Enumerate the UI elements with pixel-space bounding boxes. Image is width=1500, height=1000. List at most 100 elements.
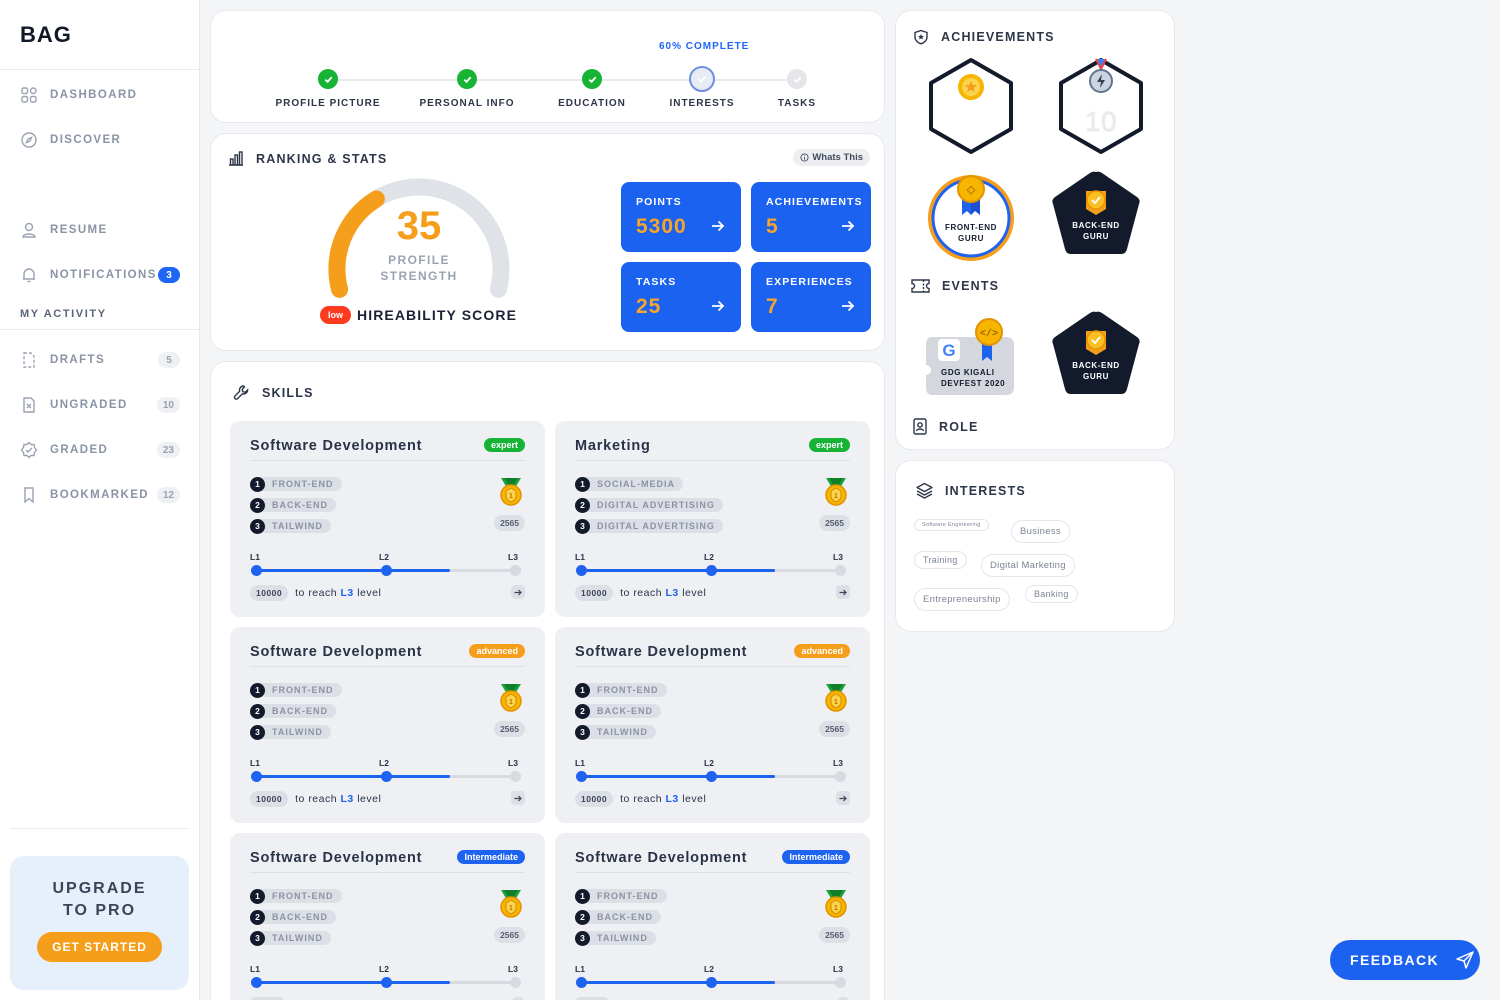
subitem-number: 2: [575, 909, 590, 925]
event-label: GDG KIGALI DEVFEST 2020: [941, 368, 1006, 388]
skill-card[interactable]: Software Development Intermediate 1 FRON…: [555, 833, 870, 1000]
count-badge: 12: [156, 487, 180, 503]
subitem-label: TAILWIND: [261, 519, 331, 533]
skills-heading: SKILLS: [233, 384, 314, 401]
experiences-tile[interactable]: EXPERIENCES 7: [751, 262, 871, 332]
achievement-badge-backend-guru[interactable]: [1049, 169, 1143, 259]
interest-tag[interactable]: Banking: [1025, 585, 1078, 603]
skill-subitem: 3 DIGITAL ADVERTISING: [575, 518, 723, 534]
subitem-number: 3: [575, 930, 590, 946]
document-draft-icon: [20, 351, 38, 369]
skill-card[interactable]: Marketing expert 1 SOCIAL-MEDIA 2 DIGITA…: [555, 421, 870, 617]
skill-subitem: 3 TAILWIND: [250, 724, 331, 740]
sidebar-item-bookmarked[interactable]: BOOKMARKED 12: [20, 483, 180, 507]
step-label: PROFILE PICTURE: [275, 98, 381, 109]
step-tasks[interactable]: TASKS: [737, 69, 857, 109]
level-tick-label: L2: [379, 964, 389, 974]
arrow-right-icon: [839, 589, 847, 595]
step-profile-picture[interactable]: PROFILE PICTURE: [268, 69, 388, 109]
level-marker: [705, 771, 717, 782]
whats-this-button[interactable]: Whats This: [793, 149, 870, 166]
sidebar: BAG DASHBOARD DISCOVER RESUME NOTIFICATI…: [0, 0, 200, 1000]
layers-icon: [916, 482, 933, 499]
sidebar-item-label: NOTIFICATIONS: [50, 269, 157, 281]
subitem-label: BACK-END: [586, 910, 661, 924]
skill-subitem: 2 BACK-END: [250, 909, 336, 925]
subitem-number: 3: [250, 518, 265, 534]
sidebar-item-drafts[interactable]: DRAFTS 5: [20, 348, 180, 372]
profile-progress-card: 60% COMPLETE PROFILE PICTURE PERSONAL IN…: [210, 10, 885, 123]
level-tick-label: L1: [575, 964, 585, 974]
skill-detail-arrow-button[interactable]: [511, 585, 525, 599]
step-personal-info[interactable]: PERSONAL INFO: [407, 69, 527, 109]
level-requirement: 10000 to reach L3 level: [575, 791, 706, 807]
subitem-number: 2: [250, 497, 265, 513]
divider: [575, 872, 850, 873]
skill-card[interactable]: Software Development advanced 1 FRONT-EN…: [555, 627, 870, 823]
interest-tag[interactable]: Entrepreneurship: [914, 588, 1010, 611]
app-logo[interactable]: BAG: [0, 0, 199, 70]
sidebar-item-notifications[interactable]: NOTIFICATIONS 3: [20, 263, 200, 287]
skill-level-badge: advanced: [469, 644, 525, 658]
svg-text:</>: </>: [980, 328, 998, 340]
interest-tag[interactable]: Business: [1011, 520, 1070, 543]
count-badge: 10: [156, 397, 180, 413]
subitem-number: 3: [250, 930, 265, 946]
level-marker: [835, 977, 846, 988]
subitem-number: 3: [250, 724, 265, 740]
skill-card[interactable]: Software Development Intermediate 1 FRON…: [230, 833, 545, 1000]
skill-subitem: 1 FRONT-END: [250, 888, 342, 904]
event-label: BACK-END GURU: [1072, 361, 1120, 381]
skill-points: 2565: [819, 721, 850, 737]
event-badge-backend-guru[interactable]: [1049, 309, 1143, 399]
interest-tag[interactable]: Digital Marketing: [981, 554, 1075, 577]
sidebar-item-label: BOOKMARKED: [50, 489, 149, 501]
medal-icon: 1: [500, 890, 522, 918]
skill-detail-arrow-button[interactable]: [836, 791, 850, 805]
tasks-tile[interactable]: TASKS 25: [621, 262, 741, 332]
subitem-label: TAILWIND: [261, 931, 331, 945]
skill-name: Software Development: [250, 850, 423, 866]
skills-card: SKILLS Software Development expert 1 FRO…: [210, 361, 885, 1000]
subitem-number: 3: [575, 724, 590, 740]
level-tick-label: L2: [379, 552, 389, 562]
sidebar-item-discover[interactable]: DISCOVER: [20, 128, 180, 152]
ticket-icon: [911, 279, 930, 293]
get-started-button[interactable]: GET STARTED: [37, 932, 162, 962]
sidebar-item-label: DRAFTS: [50, 354, 106, 366]
interest-tag[interactable]: Training: [914, 551, 967, 569]
interest-tag[interactable]: Software Engineering: [914, 519, 989, 531]
arrow-right-icon: [514, 589, 522, 595]
svg-text:1: 1: [834, 493, 838, 500]
level-progress-fill: [581, 981, 776, 984]
sidebar-item-graded[interactable]: GRADED 23: [20, 438, 180, 462]
level-tick-label: L1: [250, 758, 260, 768]
skill-name: Software Development: [575, 644, 748, 660]
subitem-number: 2: [575, 703, 590, 719]
feedback-button[interactable]: FEEDBACK: [1330, 940, 1480, 980]
sidebar-item-dashboard[interactable]: DASHBOARD: [20, 83, 180, 107]
achievement-badge-frontend-guru[interactable]: ◇: [924, 171, 1018, 265]
level-tick-label: L2: [704, 964, 714, 974]
skill-subitem: 3 TAILWIND: [575, 724, 656, 740]
hireability-label: HIREABILITY SCORE: [357, 307, 518, 323]
skill-detail-arrow-button[interactable]: [836, 585, 850, 599]
medal-icon: 1: [825, 890, 847, 918]
points-tile[interactable]: POINTS 5300: [621, 182, 741, 252]
sidebar-item-ungraded[interactable]: UNGRADED 10: [20, 393, 180, 417]
level-marker: [380, 771, 392, 782]
skill-card[interactable]: Software Development advanced 1 FRONT-EN…: [230, 627, 545, 823]
sidebar-item-resume[interactable]: RESUME: [20, 218, 180, 242]
level-marker: [510, 771, 521, 782]
step-education[interactable]: EDUCATION: [532, 69, 652, 109]
skill-name: Software Development: [575, 850, 748, 866]
achievement-badge-star[interactable]: [926, 57, 1016, 155]
level-progress-track: [576, 977, 846, 988]
skill-detail-arrow-button[interactable]: [511, 791, 525, 805]
skill-card[interactable]: Software Development expert 1 FRONT-END …: [230, 421, 545, 617]
arrow-right-icon: [712, 300, 725, 312]
achievements-tile[interactable]: ACHIEVEMENTS 5: [751, 182, 871, 252]
shield-star-icon: [913, 29, 929, 45]
level-marker: [510, 565, 521, 576]
send-icon: [1456, 951, 1474, 969]
